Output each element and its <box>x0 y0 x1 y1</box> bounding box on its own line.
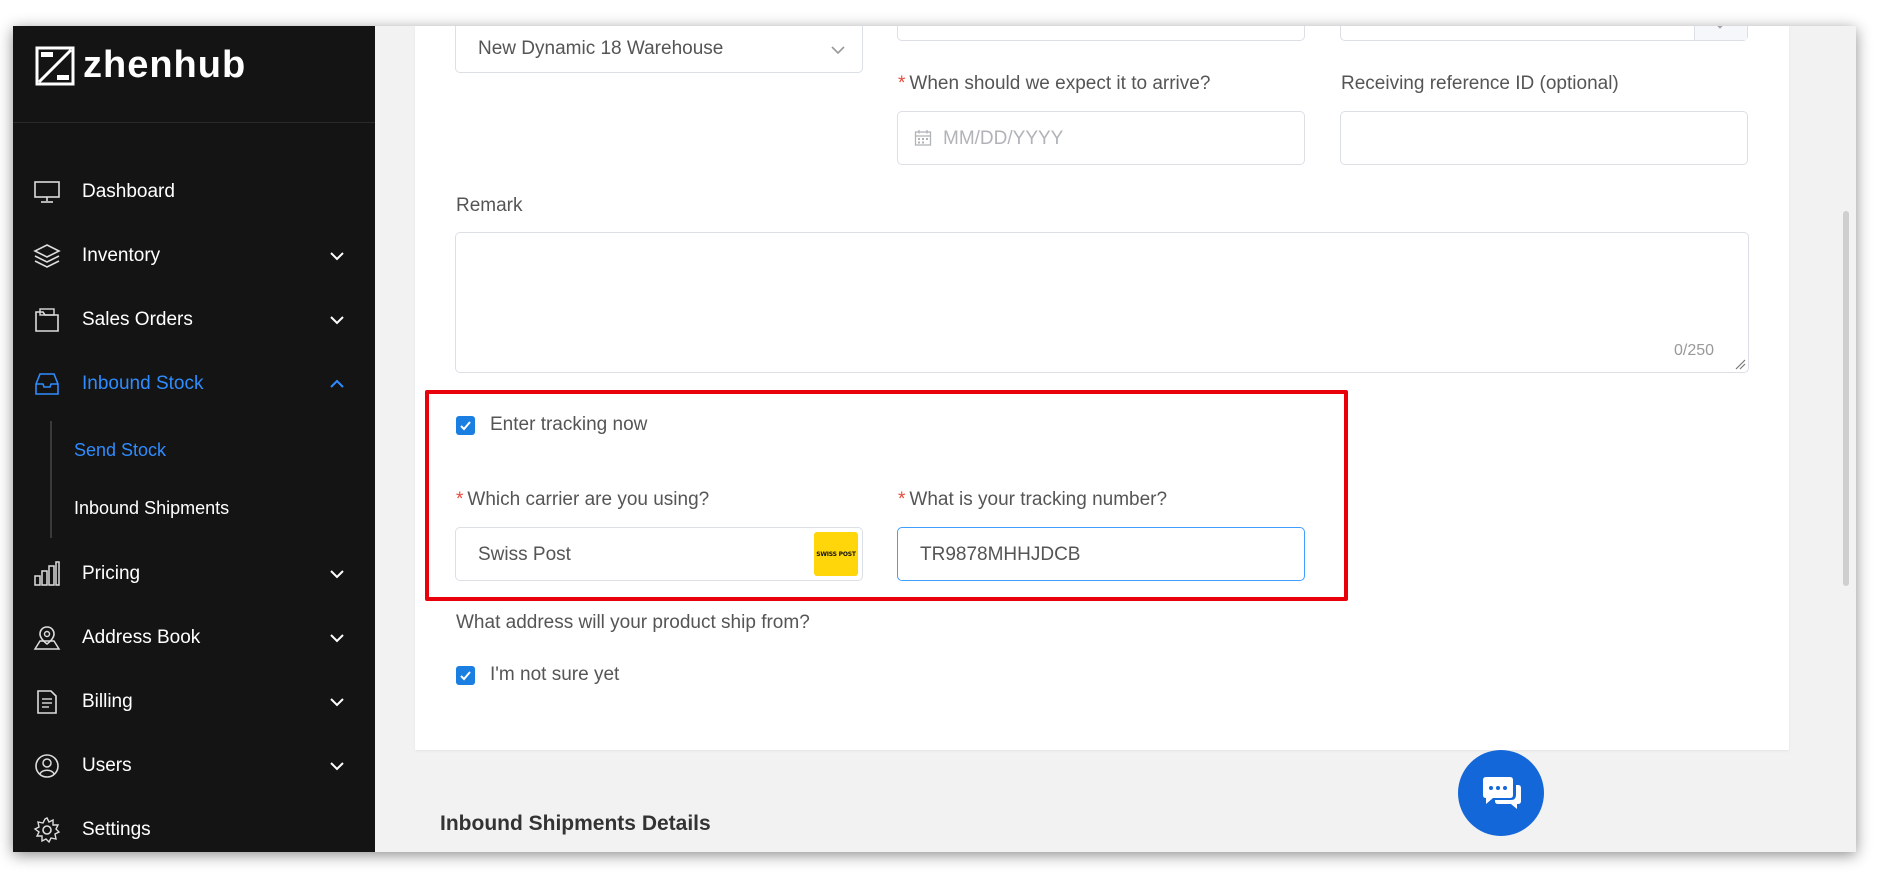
top-field-right[interactable] <box>1340 26 1748 41</box>
inbound-shipments-details-title: Inbound Shipments Details <box>440 812 711 835</box>
sidebar-item-address-book[interactable]: Address Book <box>13 616 375 660</box>
gear-icon <box>33 817 61 844</box>
folder-icon <box>35 308 59 332</box>
sidebar-item-billing[interactable]: Billing <box>13 680 375 724</box>
submenu-line <box>50 421 52 538</box>
sidebar-item-users[interactable]: Users <box>13 744 375 788</box>
logo-text: zhenhub <box>83 44 247 86</box>
remark-textarea[interactable]: 0/250 <box>455 232 1749 373</box>
monitor-icon <box>34 181 60 203</box>
top-field-middle[interactable] <box>897 26 1305 41</box>
remark-label: Remark <box>456 195 523 216</box>
chevron-down-icon <box>330 252 344 261</box>
sidebar-item-inbound-stock[interactable]: Inbound Stock <box>13 362 375 406</box>
arrival-date-label: * When should we expect it to arrive? <box>898 73 1211 94</box>
sidebar-item-label: Inbound Stock <box>82 373 204 394</box>
sidebar-item-label: Dashboard <box>82 181 175 202</box>
not-sure-label[interactable]: I'm not sure yet <box>490 664 619 686</box>
sidebar-item-inventory[interactable]: Inventory <box>13 234 375 278</box>
sidebar-item-label: Address Book <box>82 627 201 648</box>
checkmark-icon <box>460 671 471 681</box>
chevron-up-icon <box>330 379 344 388</box>
sidebar-subitem-send-stock[interactable]: Send Stock <box>74 440 166 461</box>
sidebar-item-label: Billing <box>82 691 133 712</box>
vertical-scrollbar[interactable] <box>1843 211 1849 586</box>
layers-icon <box>33 244 61 268</box>
logo-divider <box>13 122 375 123</box>
reference-id-input[interactable] <box>1340 111 1748 165</box>
sidebar: zhenhub Dashboard Inventory Sales Orders… <box>13 26 375 852</box>
top-field-right-append <box>1694 26 1747 40</box>
calendar-icon <box>914 130 932 146</box>
map-pin-icon <box>33 626 61 650</box>
arrival-date-input[interactable]: MM/DD/YYYY <box>897 111 1305 165</box>
chevron-down-icon <box>1717 26 1723 29</box>
remark-char-counter: 0/250 <box>1674 342 1715 359</box>
sidebar-item-label: Inventory <box>82 245 161 266</box>
main-content: New Dynamic 18 Warehouse * When should we… <box>375 26 1856 852</box>
sidebar-item-label: Sales Orders <box>82 309 193 330</box>
ship-from-label: What address will your product ship from… <box>456 612 810 633</box>
chevron-down-icon <box>330 570 344 579</box>
chevron-down-icon <box>330 762 344 771</box>
inbox-icon <box>35 373 59 395</box>
tracking-highlight-box <box>425 390 1348 601</box>
sidebar-item-label: Users <box>82 755 132 776</box>
chevron-down-icon <box>831 46 845 55</box>
chat-button[interactable] <box>1458 750 1544 836</box>
chevron-down-icon <box>330 316 344 325</box>
not-sure-checkbox[interactable] <box>456 666 475 685</box>
reference-id-label: Receiving reference ID (optional) <box>1341 73 1619 94</box>
sidebar-item-pricing[interactable]: Pricing <box>13 552 375 596</box>
chevron-down-icon <box>330 634 344 643</box>
zhenhub-logo-icon <box>35 46 75 85</box>
sidebar-subitem-inbound-shipments[interactable]: Inbound Shipments <box>74 498 229 519</box>
sidebar-item-label: Pricing <box>82 563 141 584</box>
bar-chart-icon <box>34 561 60 586</box>
resize-handle-icon[interactable] <box>1734 358 1746 370</box>
chevron-down-icon <box>330 698 344 707</box>
sidebar-item-label: Settings <box>82 819 151 840</box>
warehouse-select[interactable]: New Dynamic 18 Warehouse <box>455 26 863 73</box>
arrival-date-placeholder: MM/DD/YYYY <box>943 128 1064 149</box>
logo[interactable]: zhenhub <box>35 44 246 87</box>
chat-bubbles-icon <box>1483 777 1521 809</box>
app-window: zhenhub Dashboard Inventory Sales Orders… <box>13 26 1856 852</box>
send-stock-form-card: New Dynamic 18 Warehouse * When should we… <box>415 26 1789 750</box>
sidebar-item-sales-orders[interactable]: Sales Orders <box>13 298 375 342</box>
user-icon <box>35 754 59 778</box>
document-icon <box>37 690 57 714</box>
warehouse-select-value: New Dynamic 18 Warehouse <box>478 38 724 59</box>
sidebar-item-settings[interactable]: Settings <box>13 808 375 852</box>
sidebar-item-dashboard[interactable]: Dashboard <box>13 170 375 214</box>
